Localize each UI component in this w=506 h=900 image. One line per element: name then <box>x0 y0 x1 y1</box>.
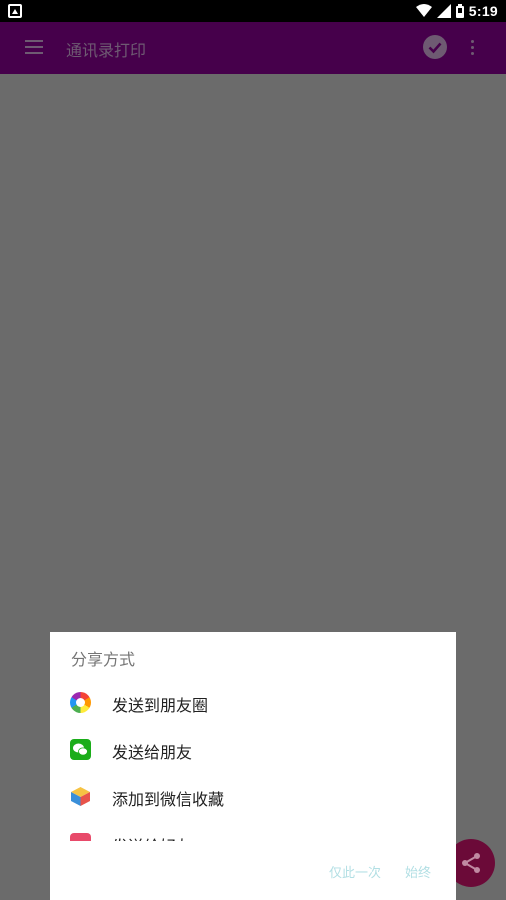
wifi-icon <box>415 4 432 18</box>
share-dialog: 分享方式 发送到朋友圈 发送给朋友 添加到微信收藏 仅此一次 始终 <box>50 632 456 900</box>
notification-icon <box>8 4 22 18</box>
share-list[interactable]: 发送到朋友圈 发送给朋友 添加到微信收藏 发送给好友 <box>50 679 456 841</box>
signal-icon <box>436 4 451 18</box>
contact-icon <box>70 833 91 841</box>
moments-icon <box>70 692 91 713</box>
status-icons: 5:19 <box>415 2 498 20</box>
share-item-moments[interactable]: 发送到朋友圈 <box>50 679 456 726</box>
page-title: 通讯录打印 <box>66 41 147 60</box>
battery-icon <box>455 4 464 18</box>
more-vert-icon[interactable] <box>470 38 476 56</box>
always-button[interactable]: 始终 <box>405 862 431 881</box>
share-item-friend[interactable]: 发送给朋友 <box>50 726 456 773</box>
status-bar: 5:19 <box>0 0 506 22</box>
wechat-icon <box>70 739 91 760</box>
favorites-icon <box>70 786 91 807</box>
app-bar: 通讯录打印 <box>0 22 506 74</box>
just-once-button[interactable]: 仅此一次 <box>329 862 381 881</box>
share-icon <box>462 853 480 873</box>
share-item-contact[interactable]: 发送给好友 <box>50 820 456 841</box>
dialog-actions: 仅此一次 始终 <box>50 852 456 888</box>
share-item-label: 发送给朋友 <box>112 743 193 762</box>
share-item-favorites[interactable]: 添加到微信收藏 <box>50 773 456 820</box>
share-item-label: 发送到朋友圈 <box>112 696 209 715</box>
share-item-label: 添加到微信收藏 <box>112 790 225 809</box>
share-item-label: 发送给好友 <box>112 833 192 841</box>
check-circle-icon[interactable] <box>423 35 447 59</box>
dialog-title: 分享方式 <box>71 650 136 669</box>
menu-icon[interactable] <box>25 39 43 55</box>
status-time: 5:19 <box>468 3 498 19</box>
